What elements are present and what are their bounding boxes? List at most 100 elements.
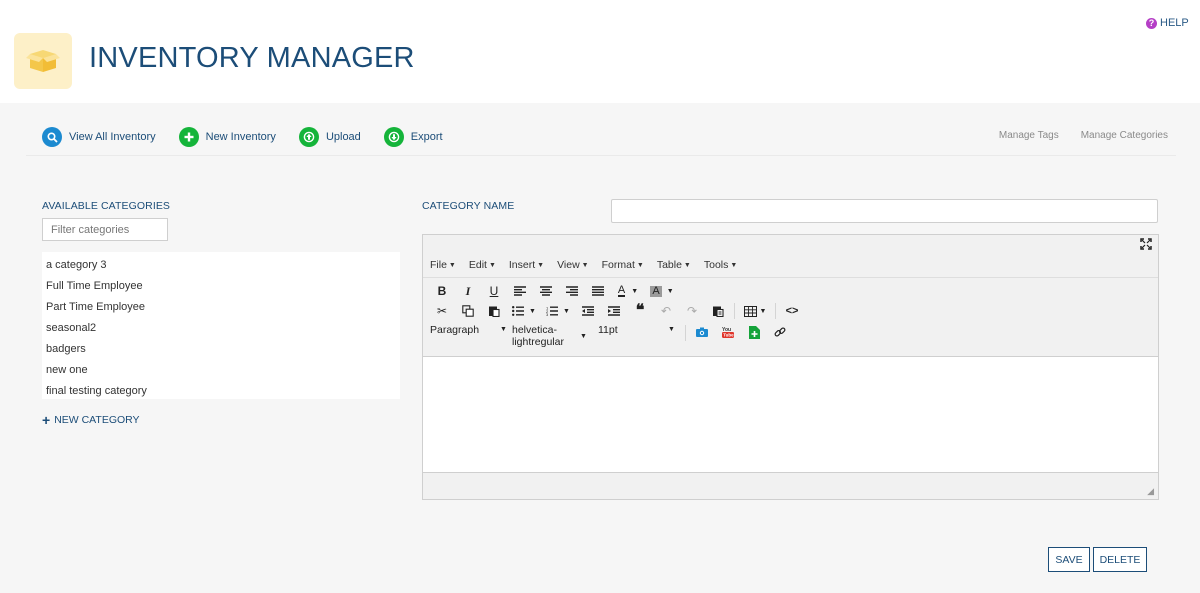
menu-format[interactable]: Format ▼	[602, 259, 644, 271]
resize-handle-icon[interactable]: ◢	[1147, 486, 1154, 497]
plus-icon: +	[42, 412, 51, 428]
category-list: a category 3 Full Time Employee Part Tim…	[42, 252, 400, 399]
caret-down-icon: ▼	[730, 261, 738, 269]
caret-down-icon: ▼	[581, 261, 589, 269]
caret-down-icon: ▼	[580, 333, 587, 340]
toolbar-divider	[775, 303, 776, 319]
list-item[interactable]: Part Time Employee	[42, 297, 400, 318]
font-size-select[interactable]: 11pt ▼	[598, 324, 682, 336]
menu-file[interactable]: File ▼	[430, 259, 456, 271]
numbered-list-icon[interactable]: 1 2 3 ▼	[541, 301, 575, 321]
help-link[interactable]: ? HELP	[1146, 17, 1189, 29]
menu-insert[interactable]: Insert ▼	[509, 259, 544, 271]
menu-edit-label: Edit	[468, 258, 487, 271]
editor-toolbar-row-2: ✂ ▼ 1 2 3 ▼ ❝ ↶ ↷ ▼ <>	[429, 301, 805, 321]
insert-file-icon[interactable]	[741, 324, 767, 340]
font-family-select[interactable]: helvetica- lightregular ▼	[512, 324, 598, 348]
view-all-inventory-label: View All Inventory	[69, 131, 156, 143]
background-color-icon[interactable]: A ▼	[645, 281, 679, 301]
caret-down-icon: ▼	[668, 326, 675, 333]
blockquote-icon[interactable]: ❝	[627, 301, 653, 321]
view-all-inventory-button[interactable]: View All Inventory	[42, 127, 156, 147]
toolbar-divider	[685, 325, 686, 341]
underline-icon[interactable]: U	[481, 281, 507, 301]
align-center-icon[interactable]	[533, 281, 559, 301]
editor-menubar: File ▼ Edit ▼ Insert ▼ View ▼ Format ▼ Table ▼…	[423, 252, 1158, 278]
upload-label: Upload	[325, 131, 361, 143]
manage-tags-link[interactable]: Manage Tags	[999, 130, 1059, 141]
font-family-value-line1: helvetica-	[512, 324, 557, 336]
menu-tools[interactable]: Tools ▼	[704, 259, 737, 271]
block-format-value: Paragraph	[430, 324, 480, 336]
manage-categories-link[interactable]: Manage Categories	[1081, 130, 1168, 141]
camera-icon[interactable]	[689, 324, 715, 340]
paste-text-icon[interactable]	[705, 301, 731, 321]
indent-icon[interactable]	[601, 301, 627, 321]
upload-icon	[298, 127, 319, 147]
align-right-icon[interactable]	[559, 281, 585, 301]
align-left-icon[interactable]	[507, 281, 533, 301]
list-item[interactable]: final testing category	[42, 381, 400, 402]
filter-categories-input[interactable]	[42, 218, 168, 241]
caret-down-icon: ▼	[488, 261, 496, 269]
svg-text:Tube: Tube	[723, 333, 734, 338]
italic-icon[interactable]: I	[455, 281, 481, 301]
copy-icon[interactable]	[455, 301, 481, 321]
upload-button[interactable]: Upload	[298, 127, 361, 147]
menu-table[interactable]: Table ▼	[657, 259, 691, 271]
secondary-nav: Manage Tags Manage Categories	[977, 130, 1168, 141]
caret-down-icon: ▼	[683, 261, 691, 269]
cut-icon[interactable]: ✂	[429, 301, 455, 321]
menu-table-label: Table	[656, 258, 682, 271]
caret-down-icon: ▼	[448, 261, 456, 269]
menu-edit[interactable]: Edit ▼	[469, 259, 496, 271]
undo-icon[interactable]: ↶	[653, 301, 679, 321]
category-name-input[interactable]	[611, 199, 1158, 223]
outdent-icon[interactable]	[575, 301, 601, 321]
app-logo	[14, 33, 72, 89]
toolbar-divider	[26, 155, 1176, 156]
youtube-icon[interactable]: You Tube	[715, 324, 741, 340]
block-format-select[interactable]: Paragraph ▼	[430, 324, 512, 336]
list-item[interactable]: new one	[42, 360, 400, 381]
list-item[interactable]: Full Time Employee	[42, 276, 400, 297]
export-button[interactable]: Export	[383, 127, 443, 147]
list-item[interactable]: badgers	[42, 339, 400, 360]
bold-icon[interactable]: B	[429, 281, 455, 301]
caret-down-icon: ▼	[537, 261, 545, 269]
editor-toolbar-row-1: B I U A ▼ A ▼	[429, 281, 679, 301]
plus-icon	[178, 127, 199, 147]
menu-view-label: View	[557, 258, 580, 271]
box-icon	[26, 50, 60, 72]
save-button[interactable]: SAVE	[1048, 547, 1090, 572]
new-inventory-button[interactable]: New Inventory	[178, 127, 276, 147]
menu-tools-label: Tools	[703, 258, 729, 271]
delete-button[interactable]: DELETE	[1093, 547, 1147, 572]
new-category-button[interactable]: + NEW CATEGORY	[42, 412, 140, 428]
table-icon[interactable]: ▼	[738, 301, 772, 321]
source-code-icon[interactable]: <>	[779, 301, 805, 321]
align-justify-icon[interactable]	[585, 281, 611, 301]
redo-icon[interactable]: ↷	[679, 301, 705, 321]
bullet-list-icon[interactable]: ▼	[507, 301, 541, 321]
link-icon[interactable]	[767, 324, 793, 340]
app-header: INVENTORY MANAGER ? HELP	[0, 0, 1200, 103]
font-family-value-line2: lightregular	[512, 336, 564, 348]
menu-insert-label: Insert	[508, 258, 536, 271]
paste-icon[interactable]	[481, 301, 507, 321]
top-toolbar: View All Inventory New Inventory Upload …	[42, 126, 443, 148]
help-label: HELP	[1160, 17, 1189, 29]
caret-down-icon: ▼	[500, 326, 507, 333]
editor-content-area[interactable]	[423, 356, 1158, 473]
svg-text:3: 3	[546, 312, 549, 316]
menu-view[interactable]: View ▼	[557, 259, 589, 271]
download-icon	[383, 127, 404, 147]
search-icon	[42, 127, 62, 147]
list-item[interactable]: a category 3	[42, 255, 400, 276]
fullscreen-icon[interactable]	[1140, 238, 1152, 253]
menu-format-label: Format	[601, 258, 635, 271]
new-inventory-label: New Inventory	[205, 131, 276, 143]
app-title: INVENTORY MANAGER	[89, 42, 415, 74]
list-item[interactable]: seasonal2	[42, 318, 400, 339]
text-color-icon[interactable]: A ▼	[611, 281, 645, 301]
